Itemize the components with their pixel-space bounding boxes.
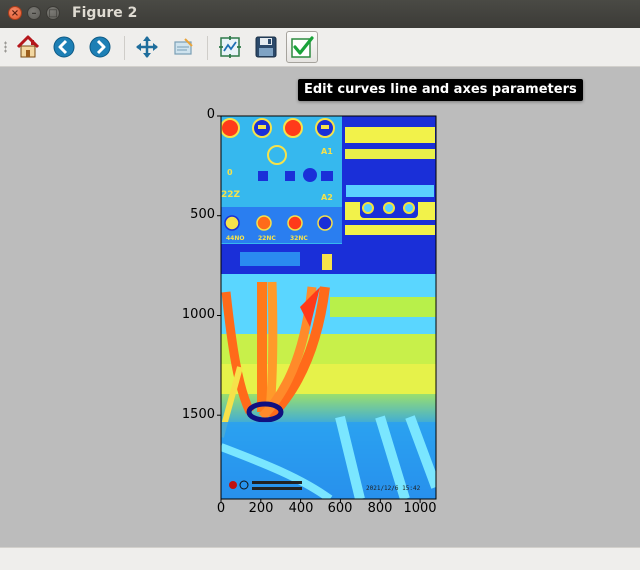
checkmark-icon (291, 36, 314, 58)
x-tick-label: 400 (288, 501, 314, 516)
x-tick-label: 0 (216, 501, 226, 516)
x-tick-label: 600 (327, 501, 353, 516)
configure-subplots-button[interactable] (214, 31, 246, 63)
back-button[interactable] (48, 31, 80, 63)
image-timestamp: 2021/12/6 15:42 (366, 485, 421, 492)
pan-button[interactable] (131, 31, 163, 63)
x-tick-label: 800 (367, 501, 393, 516)
zoom-button[interactable] (167, 31, 199, 63)
home-icon (16, 35, 40, 58)
y-tick-label: 1000 (181, 307, 215, 322)
minimize-window-button[interactable]: – (27, 6, 41, 20)
x-tick-label: 200 (248, 501, 274, 516)
navigation-toolbar (0, 28, 640, 67)
save-disk-icon (255, 36, 277, 58)
pan-arrows-icon (136, 36, 158, 58)
y-axis-ticks (217, 115, 221, 416)
y-tick-label: 500 (190, 207, 215, 222)
home-button[interactable] (12, 31, 44, 63)
image-label-22z: 22Z (221, 190, 241, 200)
figure-canvas[interactable]: A1 A2 0 22Z 44NO 22NC 32NC 2021/12/6 15:… (0, 67, 640, 547)
window-titlebar: × – □ Figure 2 (0, 0, 640, 28)
x-tick-label: 1000 (403, 501, 437, 516)
forward-arrow-icon (89, 36, 111, 58)
edit-axes-button[interactable] (286, 31, 318, 63)
edit-axes-tooltip: Edit curves line and axes parameters (298, 79, 583, 101)
zoom-rect-icon (174, 38, 193, 55)
toolbar-separator (207, 36, 208, 60)
forward-button[interactable] (84, 31, 116, 63)
thermal-image: A1 A2 0 22Z 44NO 22NC 32NC 2021/12/6 15:… (221, 116, 436, 499)
back-arrow-icon (53, 36, 75, 58)
image-label-32nc: 32NC (290, 235, 308, 242)
close-window-button[interactable]: × (8, 6, 22, 20)
save-button[interactable] (250, 31, 282, 63)
image-label-zero: 0 (227, 168, 233, 177)
y-tick-label: 0 (206, 107, 215, 122)
toolbar-grip[interactable] (4, 41, 7, 53)
image-label-44no: 44NO (226, 235, 244, 242)
maximize-window-button[interactable]: □ (46, 6, 60, 20)
window-title: Figure 2 (72, 5, 138, 21)
y-tick-label: 1500 (181, 407, 215, 422)
image-label-a2: A2 (321, 193, 333, 202)
image-label-a1: A1 (321, 147, 333, 156)
toolbar-separator (124, 36, 125, 60)
subplots-config-icon (219, 36, 241, 58)
image-label-22nc: 22NC (258, 235, 276, 242)
status-bar (0, 547, 640, 570)
axes-svg: A1 A2 0 22Z 44NO 22NC 32NC 2021/12/6 15:… (217, 115, 437, 503)
